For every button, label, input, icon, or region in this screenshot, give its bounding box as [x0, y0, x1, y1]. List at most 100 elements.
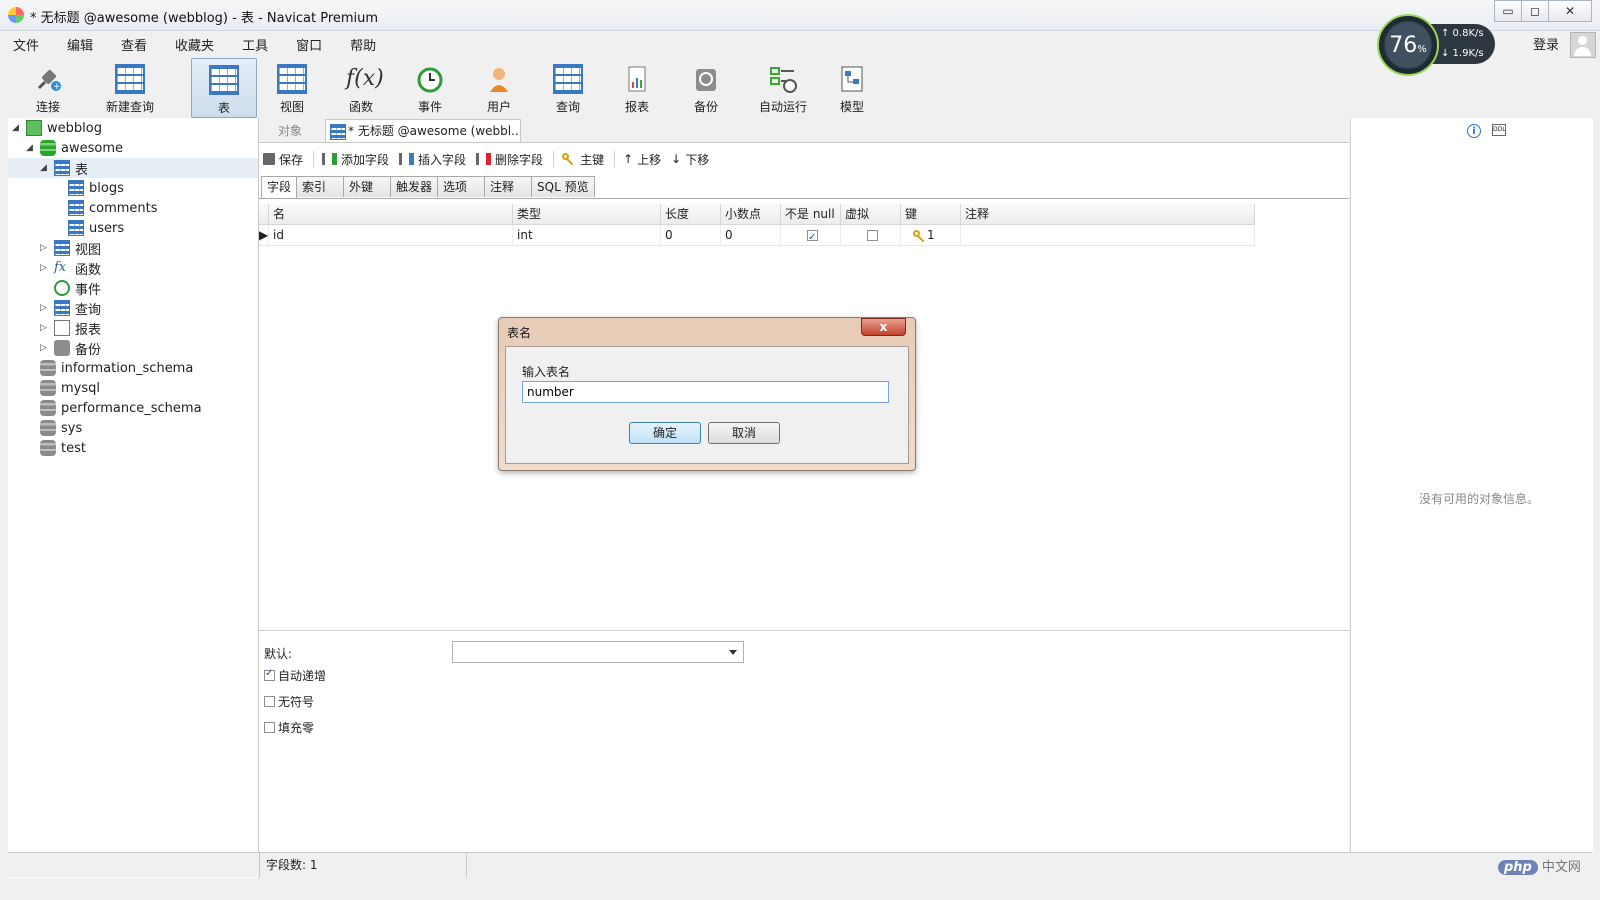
tree-database-awesome[interactable]: ◢ awesome: [26, 138, 123, 158]
toolbar-new-query[interactable]: 新建查询: [90, 58, 170, 116]
tab-indexes[interactable]: 索引: [296, 176, 345, 197]
tree-folder-reports[interactable]: ▷ 报表: [40, 318, 101, 338]
tab-fields[interactable]: 字段: [261, 176, 298, 198]
cell-virtual[interactable]: [841, 225, 901, 245]
connection-icon: [26, 120, 42, 136]
add-field-button[interactable]: 添加字段: [322, 151, 389, 168]
ok-button[interactable]: 确定: [629, 422, 701, 444]
tab-options[interactable]: 选项: [437, 176, 486, 197]
tree-folder-backups[interactable]: ▷ 备份: [40, 338, 101, 358]
not-null-checkbox[interactable]: [807, 228, 818, 248]
maximize-button[interactable]: ◻: [1521, 0, 1549, 22]
tree-database-mysql[interactable]: mysql: [40, 378, 100, 398]
close-window-button[interactable]: ✕: [1548, 0, 1592, 22]
tree-database-information-schema[interactable]: information_schema: [40, 358, 193, 378]
unsigned-checkbox[interactable]: [264, 696, 275, 707]
table-name-dialog: 表名 x 输入表名 确定 取消: [498, 317, 916, 471]
tree-folder-tables[interactable]: ◢ 表: [8, 158, 258, 178]
avatar[interactable]: [1570, 32, 1596, 58]
toolbar-report[interactable]: 报表: [605, 58, 669, 116]
expand-arrow-icon[interactable]: ▷: [40, 343, 50, 353]
menu-favorites[interactable]: 收藏夹: [170, 32, 227, 54]
menu-view[interactable]: 查看: [116, 32, 160, 54]
auto-increment-option[interactable]: 自动递增: [264, 667, 326, 684]
collapse-arrow-icon[interactable]: ◢: [40, 163, 50, 173]
column-header-type[interactable]: 类型: [513, 204, 661, 224]
minimize-button[interactable]: ▭: [1494, 0, 1522, 22]
zerofill-checkbox[interactable]: [264, 722, 275, 733]
menu-window[interactable]: 窗口: [291, 32, 335, 54]
cell-length[interactable]: 0: [661, 225, 721, 245]
tab-triggers[interactable]: 触发器: [390, 176, 439, 197]
ddl-icon[interactable]: DDL: [1492, 124, 1506, 136]
tree-folder-queries[interactable]: ▷ 查询: [40, 298, 101, 318]
tree-folder-events[interactable]: 事件: [54, 278, 101, 298]
insert-field-button[interactable]: 插入字段: [399, 151, 466, 168]
tree-folder-views[interactable]: ▷ 视图: [40, 238, 101, 258]
menu-tools[interactable]: 工具: [237, 32, 281, 54]
expand-arrow-icon[interactable]: ▷: [40, 263, 50, 273]
move-up-button[interactable]: ↑ 上移: [623, 151, 661, 168]
menu-file[interactable]: 文件: [8, 32, 52, 54]
toolbar-table[interactable]: 表: [191, 58, 257, 118]
table-name-input[interactable]: [522, 381, 889, 403]
tree-database-sys[interactable]: sys: [40, 418, 82, 438]
toolbar-user[interactable]: 用户: [467, 58, 531, 116]
toolbar-view[interactable]: 视图: [260, 58, 324, 116]
auto-increment-checkbox[interactable]: [264, 668, 275, 681]
expand-arrow-icon[interactable]: ▷: [40, 243, 50, 253]
cell-decimals[interactable]: 0: [721, 225, 781, 245]
toolbar-function[interactable]: f(x) 函数: [329, 58, 393, 116]
tree-table-comments[interactable]: comments: [68, 198, 158, 218]
dialog-close-button[interactable]: x: [861, 318, 906, 336]
tree-database-performance-schema[interactable]: performance_schema: [40, 398, 202, 418]
tree-table-users[interactable]: users: [68, 218, 124, 238]
column-header-length[interactable]: 长度: [661, 204, 721, 224]
column-header-virtual[interactable]: 虚拟: [841, 204, 901, 224]
expand-arrow-icon[interactable]: ▷: [40, 303, 50, 313]
cell-name[interactable]: id: [269, 225, 513, 245]
tree-folder-functions[interactable]: ▷ fx 函数: [40, 258, 101, 278]
column-header-name[interactable]: 名: [269, 204, 513, 224]
tab-comments[interactable]: 注释: [484, 176, 533, 197]
menu-edit[interactable]: 编辑: [62, 32, 106, 54]
collapse-arrow-icon[interactable]: ◢: [12, 123, 22, 133]
cell-type[interactable]: int: [513, 225, 661, 245]
tab-foreign-keys[interactable]: 外键: [343, 176, 392, 197]
column-header-decimals[interactable]: 小数点: [721, 204, 781, 224]
tree-connection-webblog[interactable]: ◢ webblog: [12, 118, 102, 138]
login-link[interactable]: 登录: [1533, 34, 1559, 53]
delete-field-button[interactable]: 删除字段: [476, 151, 543, 168]
unsigned-option[interactable]: 无符号: [264, 693, 314, 710]
auto-increment-label: 自动递增: [278, 669, 327, 683]
toolbar-model[interactable]: 模型: [820, 58, 884, 116]
menu-help[interactable]: 帮助: [345, 32, 389, 54]
cell-key[interactable]: 1: [901, 225, 961, 245]
toolbar-event[interactable]: 事件: [398, 58, 462, 116]
collapse-arrow-icon[interactable]: ◢: [26, 143, 36, 153]
toolbar-automation[interactable]: 自动运行: [743, 58, 823, 116]
save-button[interactable]: 保存: [263, 151, 303, 168]
column-header-key[interactable]: 键: [901, 204, 961, 224]
expand-arrow-icon[interactable]: ▷: [40, 323, 50, 333]
table-row[interactable]: ▶ id int 0 0 1: [259, 225, 1255, 248]
toolbar-backup[interactable]: 备份: [674, 58, 738, 116]
column-header-comment[interactable]: 注释: [961, 204, 1255, 224]
cell-not-null[interactable]: [781, 225, 841, 248]
virtual-checkbox[interactable]: [867, 230, 878, 241]
toolbar-query[interactable]: 查询: [536, 58, 600, 116]
column-header-not-null[interactable]: 不是 null: [781, 204, 841, 224]
default-value-combobox[interactable]: [452, 641, 744, 663]
tab-objects[interactable]: 对象: [259, 120, 321, 142]
tab-untitled-table[interactable]: * 无标题 @awesome (webbl...: [325, 119, 521, 142]
tree-database-test[interactable]: test: [40, 438, 86, 458]
tab-sql-preview[interactable]: SQL 预览: [531, 176, 595, 197]
zerofill-option[interactable]: 填充零: [264, 719, 314, 736]
tree-table-blogs[interactable]: blogs: [68, 178, 124, 198]
primary-key-button[interactable]: 主键: [562, 151, 604, 168]
move-down-button[interactable]: ↓ 下移: [671, 151, 709, 168]
cancel-button[interactable]: 取消: [708, 422, 780, 444]
cell-comment[interactable]: [961, 225, 1255, 245]
info-icon[interactable]: i: [1467, 124, 1481, 138]
toolbar-connect[interactable]: + 连接: [16, 58, 80, 116]
